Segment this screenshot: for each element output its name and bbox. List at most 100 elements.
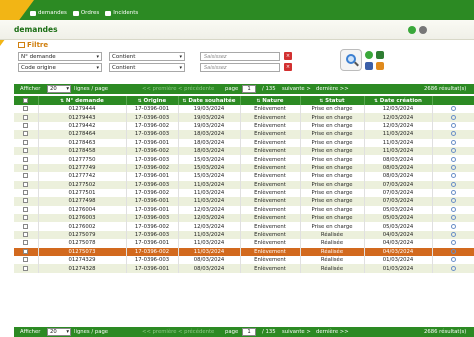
table-row[interactable]: 01274328 17-0396-001 08/03/2024 Enlèvement R… — [14, 264, 474, 273]
filter-field-select-2[interactable]: Code origine ▾ — [18, 63, 102, 72]
magnifier-icon[interactable] — [450, 248, 456, 254]
print-icon[interactable] — [419, 26, 427, 34]
view-details-cell[interactable] — [432, 138, 474, 147]
row-checkbox-cell[interactable] — [14, 138, 39, 147]
add-filter-icon[interactable] — [365, 51, 373, 59]
view-details-cell[interactable] — [432, 113, 474, 122]
table-row[interactable]: 01278463 17-0396-001 18/03/2024 Enlèvement P… — [14, 138, 474, 147]
view-details-cell[interactable] — [432, 172, 474, 181]
view-details-cell[interactable] — [432, 155, 474, 164]
magnifier-icon[interactable] — [450, 106, 456, 112]
per-page-select-top[interactable]: 20 ▾ — [47, 85, 71, 93]
row-checkbox[interactable] — [23, 232, 29, 238]
row-checkbox[interactable] — [23, 139, 29, 145]
magnifier-icon[interactable] — [450, 232, 456, 238]
col-header-origine[interactable]: ⇅ Origine — [126, 96, 179, 105]
row-checkbox[interactable] — [23, 131, 29, 137]
row-checkbox-cell[interactable] — [14, 180, 39, 189]
filter-operator-select-1[interactable]: Contient ▾ — [109, 52, 185, 61]
row-checkbox-cell[interactable] — [14, 146, 39, 156]
view-details-cell[interactable] — [432, 222, 474, 231]
next-page-link-bottom[interactable]: suivante > — [282, 329, 311, 335]
filter-value-input-1[interactable]: Saisissez — [200, 52, 280, 61]
row-checkbox[interactable] — [23, 148, 29, 154]
row-checkbox-cell[interactable] — [14, 247, 39, 257]
table-row[interactable]: 01276003 17-0396-003 12/03/2024 Enlèvement P… — [14, 214, 474, 223]
table-row[interactable]: 01274329 17-0396-003 08/03/2024 Enlèvement R… — [14, 256, 474, 265]
magnifier-icon[interactable] — [450, 173, 456, 179]
row-checkbox-cell[interactable] — [14, 155, 39, 164]
row-checkbox[interactable] — [23, 181, 29, 187]
row-checkbox-cell[interactable] — [14, 214, 39, 223]
view-details-cell[interactable] — [432, 197, 474, 206]
view-details-cell[interactable] — [432, 205, 474, 215]
nav-ordres[interactable]: Ordres — [72, 10, 99, 16]
last-page-link[interactable]: dernière >> — [316, 86, 349, 92]
magnifier-icon[interactable] — [450, 206, 456, 212]
magnifier-icon[interactable] — [450, 215, 456, 221]
magnifier-icon[interactable] — [450, 240, 456, 246]
row-checkbox[interactable] — [23, 122, 29, 128]
view-details-cell[interactable] — [432, 146, 474, 156]
magnifier-icon[interactable] — [450, 148, 456, 154]
row-checkbox-cell[interactable] — [14, 264, 39, 273]
row-checkbox-cell[interactable] — [14, 239, 39, 248]
magnifier-icon[interactable] — [450, 198, 456, 204]
filter-operator-select-2[interactable]: Contient ▾ — [109, 63, 185, 72]
row-checkbox[interactable] — [23, 173, 29, 179]
row-checkbox-cell[interactable] — [14, 205, 39, 215]
view-details-cell[interactable] — [432, 121, 474, 131]
row-checkbox-cell[interactable] — [14, 230, 39, 240]
table-row[interactable]: 01277750 17-0396-003 15/03/2024 Enlèvement P… — [14, 155, 474, 164]
row-checkbox-cell[interactable] — [14, 105, 39, 114]
table-row[interactable]: 01275073 17-0396-002 11/03/2024 Enlèvement R… — [14, 247, 474, 257]
col-header-statut[interactable]: ⇅ Statut — [300, 96, 365, 105]
row-checkbox[interactable] — [23, 248, 29, 254]
magnifier-icon[interactable] — [450, 257, 456, 263]
per-page-select-bottom[interactable]: 20 ▾ — [47, 328, 71, 336]
col-header-date-creation[interactable]: ⇅ Date création — [364, 96, 433, 105]
table-row[interactable]: 01276004 17-0396-001 12/03/2024 Enlèvement P… — [14, 205, 474, 215]
reset-filter-icon[interactable] — [376, 62, 384, 70]
row-checkbox[interactable] — [23, 215, 29, 221]
row-checkbox[interactable] — [23, 223, 29, 229]
row-checkbox[interactable] — [23, 206, 29, 212]
row-checkbox-cell[interactable] — [14, 121, 39, 131]
last-page-link-bottom[interactable]: dernière >> — [316, 329, 349, 335]
select-all-checkbox[interactable] — [23, 97, 29, 103]
row-checkbox-cell[interactable] — [14, 113, 39, 122]
search-button[interactable] — [340, 49, 362, 71]
view-details-cell[interactable] — [432, 256, 474, 265]
magnifier-icon[interactable] — [450, 265, 456, 271]
magnifier-icon[interactable] — [450, 181, 456, 187]
magnifier-icon[interactable] — [450, 156, 456, 162]
first-page-link-bottom[interactable]: << première — [142, 329, 176, 335]
remove-filter-1-icon[interactable]: × — [284, 52, 292, 60]
view-details-cell[interactable] — [432, 188, 474, 198]
first-page-link[interactable]: << première — [142, 86, 176, 92]
magnifier-icon[interactable] — [450, 164, 456, 170]
table-row[interactable]: 01277501 17-0396-002 11/03/2024 Enlèvement P… — [14, 188, 474, 198]
col-header-nature[interactable]: ⇅ Nature — [240, 96, 301, 105]
view-details-cell[interactable] — [432, 214, 474, 223]
magnifier-icon[interactable] — [450, 114, 456, 120]
row-checkbox[interactable] — [23, 240, 29, 246]
view-details-cell[interactable] — [432, 230, 474, 240]
row-checkbox-cell[interactable] — [14, 256, 39, 265]
table-row[interactable]: 01277498 17-0396-001 11/03/2024 Enlèvement P… — [14, 197, 474, 206]
table-row[interactable]: 01277749 17-0396-002 15/03/2024 Enlèvement P… — [14, 163, 474, 173]
view-details-cell[interactable] — [432, 180, 474, 189]
view-details-cell[interactable] — [432, 239, 474, 248]
table-row[interactable]: 01279443 17-0396-003 19/03/2024 Enlèvement P… — [14, 113, 474, 122]
table-row[interactable]: 01277502 17-0396-003 11/03/2024 Enlèvement P… — [14, 180, 474, 189]
row-checkbox[interactable] — [23, 257, 29, 263]
page-number-input-top[interactable]: 1 — [242, 85, 256, 93]
table-row[interactable]: 01278464 17-0396-003 18/03/2024 Enlèvement P… — [14, 130, 474, 139]
view-details-cell[interactable] — [432, 247, 474, 257]
view-details-cell[interactable] — [432, 163, 474, 173]
row-checkbox[interactable] — [23, 198, 29, 204]
refresh-icon[interactable] — [408, 26, 416, 34]
row-checkbox-cell[interactable] — [14, 197, 39, 206]
select-all-header[interactable] — [14, 96, 39, 105]
save-filter-icon[interactable] — [376, 51, 384, 59]
